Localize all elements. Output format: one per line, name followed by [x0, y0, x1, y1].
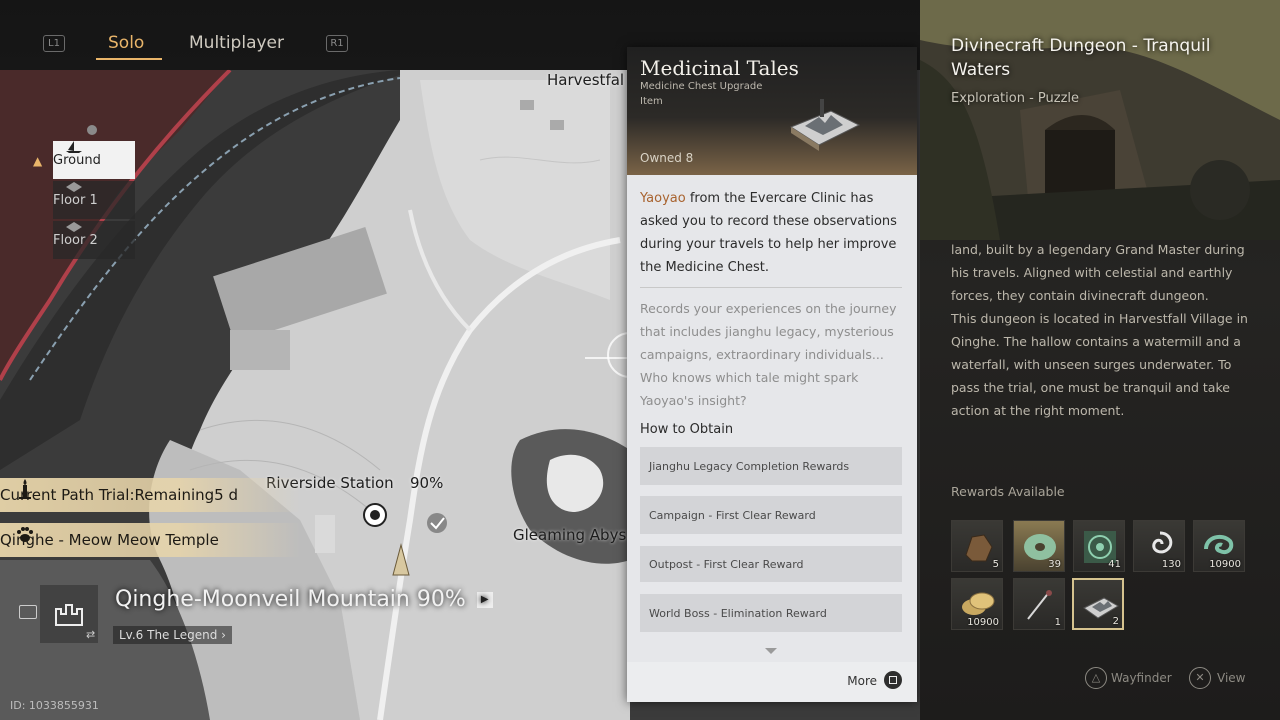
dungeon-description: land, built by a legendary Grand Master … — [951, 242, 1248, 418]
reward-quantity: 10900 — [1209, 559, 1241, 570]
swap-icon[interactable]: ⇄ — [86, 628, 95, 641]
floor-label: Ground — [53, 152, 101, 168]
item-owned-count: Owned 8 — [640, 151, 694, 165]
dungeon-preview-image: Divinecraft Dungeon - Tranquil Waters Ex… — [920, 0, 1280, 240]
item-name: Medicinal Tales — [640, 56, 799, 80]
floor-layer-icon — [66, 182, 82, 192]
candle-icon — [19, 479, 31, 499]
divider — [640, 287, 902, 288]
reward-slot[interactable]: 39 — [1013, 520, 1065, 572]
floor-label: Floor 2 — [53, 232, 98, 248]
item-subtype: Medicine Chest Upgrade — [640, 81, 763, 92]
ship-icon — [66, 141, 82, 153]
view-label[interactable]: View — [1217, 671, 1245, 685]
floor-label: Floor 1 — [53, 192, 98, 208]
player-marker-icon: ▲ — [33, 154, 43, 168]
item-flavor-text: Records your experiences on the journey … — [640, 301, 897, 408]
dungeon-info-panel: Divinecraft Dungeon - Tranquil Waters Ex… — [920, 0, 1280, 720]
wayfinder-label[interactable]: Wayfinder — [1111, 671, 1172, 685]
map-label-riverside-progress: 90% — [410, 474, 444, 492]
obtain-source-item[interactable]: Outpost - First Clear Reward — [640, 546, 902, 582]
floor-1[interactable]: Floor 1 — [53, 181, 135, 219]
floor-layer-icon — [66, 222, 82, 232]
keyboard-icon[interactable] — [19, 605, 37, 619]
cross-button-icon[interactable]: ✕ — [1189, 667, 1211, 689]
legend-level[interactable]: Lv.6 The Legend › — [113, 626, 232, 644]
reward-quantity: 10900 — [967, 617, 999, 628]
item-category: Item — [640, 96, 663, 107]
obtain-source-item[interactable]: Campaign - First Clear Reward — [640, 496, 902, 534]
rewards-title: Rewards Available — [951, 484, 1065, 499]
reward-slot[interactable]: 130 — [1133, 520, 1185, 572]
tab-solo[interactable]: Solo — [108, 33, 144, 53]
how-to-obtain-title: How to Obtain — [640, 422, 734, 437]
reward-quantity: 2 — [1112, 616, 1119, 627]
reward-quantity: 41 — [1108, 559, 1121, 570]
triangle-button-icon[interactable]: △ — [1085, 667, 1107, 689]
reward-quantity: 5 — [992, 559, 999, 570]
r1-button-hint[interactable]: R1 — [326, 35, 348, 52]
reward-quantity: 39 — [1048, 559, 1061, 570]
item-footer: More — [627, 662, 917, 702]
reward-quantity: 130 — [1161, 559, 1181, 570]
reward-slot[interactable]: 41 — [1073, 520, 1125, 572]
item-detail-panel: Medicinal Tales Medicine Chest Upgrade I… — [627, 47, 917, 702]
obtain-source-item[interactable]: Jianghu Legacy Completion Rewards — [640, 447, 902, 485]
current-path-trial-banner[interactable]: Current Path Trial:Remaining5 d — [0, 478, 300, 512]
tab-multiplayer[interactable]: Multiplayer — [189, 33, 284, 53]
item-description: Yaoyao from the Evercare Clinic has aske… — [640, 191, 897, 275]
map-scroll-icon — [789, 99, 861, 151]
region-arrow-icon[interactable]: ▶ — [476, 592, 493, 608]
more-label[interactable]: More — [847, 674, 877, 688]
region-title: Qinghe-Moonveil Mountain 90% ▶ — [115, 587, 493, 612]
reward-slot-selected[interactable]: 2 — [1072, 578, 1124, 630]
reward-slot[interactable]: 10900 — [951, 578, 1003, 630]
player-id: ID: 1033855931 — [10, 699, 99, 712]
map-label-gleaming-abyss[interactable]: Gleaming Abys — [513, 526, 626, 544]
dungeon-title: Divinecraft Dungeon - Tranquil Waters — [951, 36, 1211, 80]
square-button-icon[interactable] — [884, 671, 902, 689]
chevron-right-icon: › — [221, 628, 226, 642]
dungeon-type: Exploration - Puzzle — [951, 91, 1080, 106]
meow-temple-banner[interactable]: Qinghe - Meow Meow Temple — [0, 523, 300, 557]
reward-slot[interactable]: 1 — [1013, 578, 1065, 630]
scroll-down-icon[interactable] — [765, 648, 777, 654]
floor-ground[interactable]: Ground — [53, 141, 135, 179]
npc-name-highlight: Yaoyao — [640, 191, 686, 206]
obtain-source-item[interactable]: World Boss - Elimination Reward — [640, 594, 902, 632]
l1-button-hint[interactable]: L1 — [43, 35, 65, 52]
active-tab-underline — [96, 58, 162, 60]
paw-icon — [17, 527, 33, 542]
floor-2[interactable]: Floor 2 — [53, 221, 135, 259]
reward-quantity: 1 — [1054, 617, 1061, 628]
reward-slot[interactable]: 10900 — [1193, 520, 1245, 572]
reward-slot[interactable]: 5 — [951, 520, 1003, 572]
map-label-harvestfall[interactable]: Harvestfal — [547, 71, 624, 89]
item-header: Medicinal Tales Medicine Chest Upgrade I… — [627, 47, 917, 175]
